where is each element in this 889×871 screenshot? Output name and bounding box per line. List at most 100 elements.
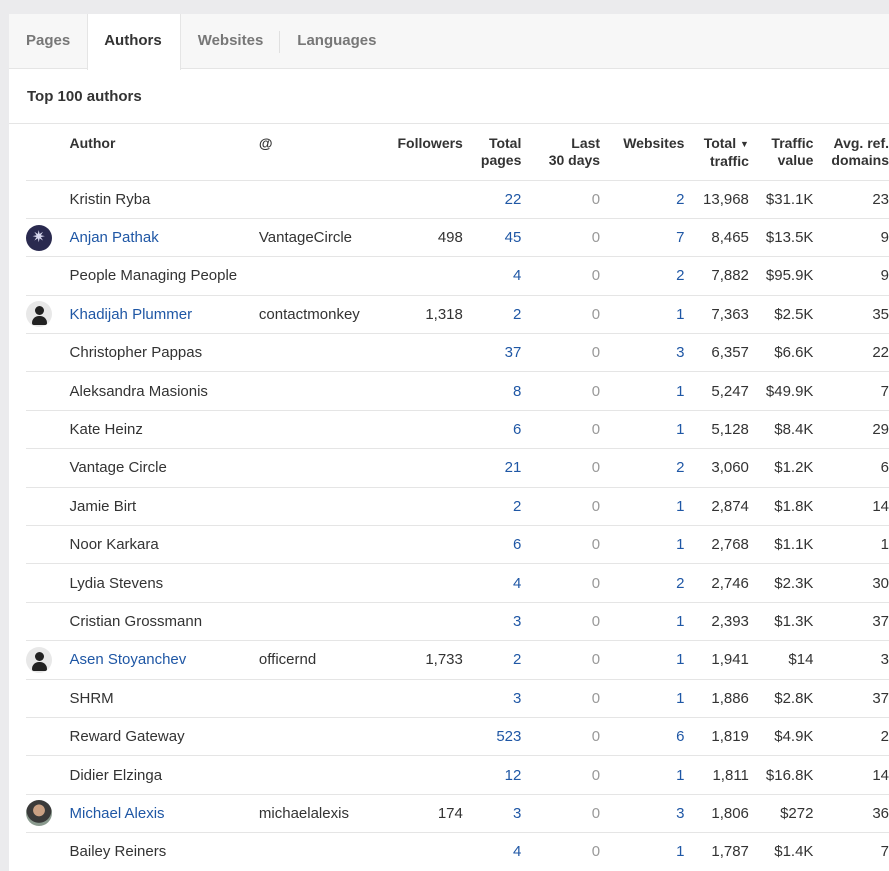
- avg-ref-domains-value: 35: [813, 295, 889, 335]
- avatar-cell: [26, 563, 70, 603]
- total-pages-link[interactable]: 4: [462, 832, 522, 871]
- websites-link[interactable]: 3: [600, 794, 685, 834]
- websites-link[interactable]: 1: [600, 832, 685, 871]
- avatar-cell: [26, 832, 70, 871]
- followers-column-header[interactable]: Followers: [365, 124, 463, 181]
- total-traffic-column-header[interactable]: Total ▼ traffic: [684, 124, 749, 181]
- handle-column-header[interactable]: @: [258, 124, 366, 181]
- table-row: Reward Gateway 523 0 6 1,819 $4.9K 2: [26, 717, 889, 757]
- total-pages-link[interactable]: 2: [462, 640, 522, 680]
- avatar-cell: [26, 794, 70, 834]
- table-row: Noor Karkara 6 0 1 2,768 $1.1K 1: [26, 525, 889, 565]
- total-pages-link[interactable]: 6: [462, 410, 522, 450]
- avatar-cell: [26, 410, 70, 450]
- last-30-days-count: 0: [521, 218, 601, 258]
- websites-link[interactable]: 1: [600, 487, 685, 527]
- traffic-value: $14: [748, 640, 814, 680]
- tab-languages[interactable]: Languages: [280, 14, 393, 69]
- websites-link[interactable]: 7: [600, 218, 685, 258]
- total-pages-link[interactable]: 21: [462, 448, 522, 488]
- total-pages-link[interactable]: 6: [462, 525, 522, 565]
- websites-link[interactable]: 1: [600, 602, 685, 642]
- authors-table: Author @ Followers Total pages Last 30 day…: [26, 124, 889, 871]
- followers-count: [365, 410, 463, 450]
- author-handle: officernd: [258, 640, 366, 680]
- total-pages-link[interactable]: 37: [462, 333, 522, 373]
- avatar-default-person-icon[interactable]: [26, 301, 52, 328]
- traffic-value: $49.9K: [748, 371, 814, 411]
- traffic-value: $4.9K: [748, 717, 814, 757]
- total-traffic-value: 7,363: [684, 295, 749, 335]
- header-line-2: 30 days: [548, 152, 601, 168]
- table-row: Aleksandra Masionis 8 0 1 5,247 $49.9K 7: [26, 371, 889, 411]
- websites-link[interactable]: 1: [600, 525, 685, 565]
- websites-link[interactable]: 1: [600, 295, 685, 335]
- author-name[interactable]: Asen Stoyanchev: [69, 640, 259, 680]
- last-30-days-count: 0: [521, 256, 601, 296]
- websites-link[interactable]: 1: [600, 755, 685, 795]
- followers-count: [365, 563, 463, 603]
- avg-ref-domains-value: 14: [813, 755, 889, 795]
- websites-link[interactable]: 2: [600, 180, 685, 219]
- tab-websites[interactable]: Websites: [181, 14, 281, 69]
- total-pages-link[interactable]: 3: [462, 794, 522, 834]
- followers-count: [365, 602, 463, 642]
- total-pages-link[interactable]: 3: [462, 679, 522, 718]
- table-row: SHRM 3 0 1 1,886 $2.8K 37: [26, 679, 889, 718]
- websites-link[interactable]: 2: [600, 448, 685, 488]
- total-pages-link[interactable]: 12: [462, 755, 522, 795]
- total-pages-link[interactable]: 2: [462, 487, 522, 527]
- total-traffic-value: 2,746: [684, 563, 749, 603]
- avatar-default-person-icon[interactable]: [26, 646, 52, 673]
- total-pages-link[interactable]: 8: [462, 371, 522, 411]
- sort-descending-icon[interactable]: ▼: [740, 139, 749, 149]
- table-row: Anjan PathakVantageCircle49845078,465$13…: [26, 218, 889, 258]
- tab-authors[interactable]: Authors: [87, 14, 181, 70]
- header-line-2: domains: [831, 152, 889, 168]
- avatar-cell: [26, 256, 70, 296]
- websites-link[interactable]: 1: [600, 640, 685, 680]
- author-name[interactable]: Anjan Pathak: [69, 218, 259, 258]
- websites-link[interactable]: 6: [600, 717, 685, 757]
- websites-link[interactable]: 1: [600, 371, 685, 411]
- websites-link[interactable]: 1: [600, 679, 685, 718]
- last-30-days-count: 0: [521, 410, 601, 450]
- websites-link[interactable]: 2: [600, 256, 685, 296]
- avatar-vantage-logo-icon[interactable]: [26, 224, 52, 251]
- total-pages-column-header[interactable]: Total pages: [462, 124, 522, 181]
- avatar-cell: [26, 755, 70, 795]
- avg-ref-domains-value: 9: [813, 256, 889, 296]
- total-pages-link[interactable]: 45: [462, 218, 522, 258]
- total-pages-link[interactable]: 523: [462, 717, 522, 757]
- avatar-cell: [26, 487, 70, 527]
- author-name[interactable]: Michael Alexis: [69, 794, 259, 834]
- websites-link[interactable]: 1: [600, 410, 685, 450]
- avg-ref-domains-column-header[interactable]: Avg. ref. domains: [813, 124, 889, 181]
- total-pages-link[interactable]: 3: [462, 602, 522, 642]
- total-traffic-value: 1,819: [684, 717, 749, 757]
- followers-count: 1,318: [365, 295, 463, 335]
- author-column-header[interactable]: Author: [69, 124, 259, 181]
- traffic-value-column-header[interactable]: Traffic value: [748, 124, 814, 181]
- tab-pages[interactable]: Pages: [9, 14, 87, 69]
- avg-ref-domains-value: 14: [813, 487, 889, 527]
- author-handle: [258, 525, 366, 565]
- last-30-days-column-header[interactable]: Last 30 days: [521, 124, 601, 181]
- avatar-photo[interactable]: [26, 800, 52, 827]
- last-30-days-count: 0: [521, 602, 601, 642]
- total-pages-link[interactable]: 22: [462, 180, 522, 219]
- author-name: Lydia Stevens: [69, 563, 259, 603]
- author-name[interactable]: Khadijah Plummer: [69, 295, 259, 335]
- avatar-column-header: [26, 124, 70, 181]
- total-traffic-value: 1,806: [684, 794, 749, 834]
- websites-link[interactable]: 3: [600, 333, 685, 373]
- avg-ref-domains-value: 37: [813, 679, 889, 718]
- websites-link[interactable]: 2: [600, 563, 685, 603]
- section-title: Top 100 authors: [9, 69, 889, 124]
- websites-column-header[interactable]: Websites: [600, 124, 685, 181]
- total-pages-link[interactable]: 4: [462, 256, 522, 296]
- total-pages-link[interactable]: 4: [462, 563, 522, 603]
- total-pages-link[interactable]: 2: [462, 295, 522, 335]
- header-line-1: Total: [703, 135, 737, 151]
- avg-ref-domains-value: 6: [813, 448, 889, 488]
